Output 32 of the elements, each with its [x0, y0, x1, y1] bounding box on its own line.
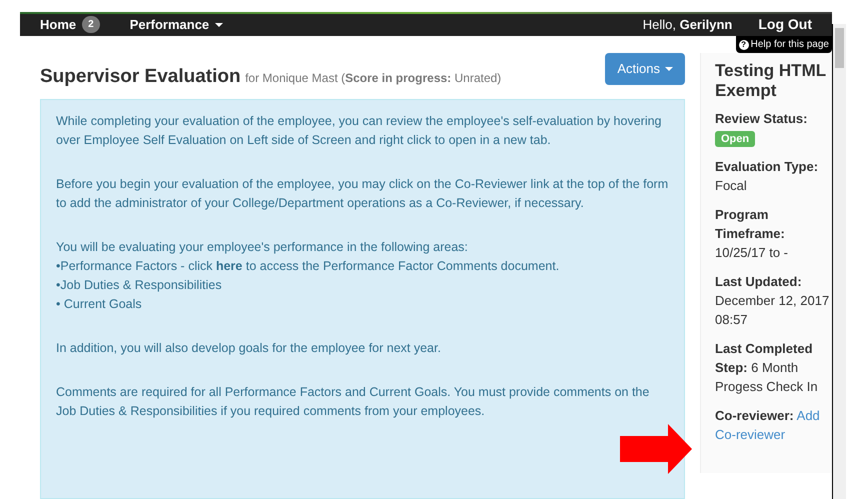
- log-out-link[interactable]: Log Out: [758, 14, 812, 36]
- here-link[interactable]: here: [216, 259, 242, 273]
- greeting-text: Hello, Gerilynn: [642, 16, 732, 34]
- count-badge: 2: [82, 16, 100, 34]
- status-badge: Open: [715, 131, 756, 147]
- field-value: December 12, 2017 08:57: [715, 292, 830, 329]
- info-paragraph: Comments are required for all Performance Factors and Current Goals. You must provide comments on the Job Duties & Responsibilities if you required comments from your employees.: [56, 384, 650, 420]
- help-icon: ?: [738, 40, 749, 50]
- info-paragraph: In addition, you will also develop goals for the employee for next year.: [56, 340, 442, 357]
- co-reviewer-field: Co-reviewer: Add Co-reviewer: [715, 406, 830, 444]
- field-label: Evaluation Type:: [715, 158, 820, 176]
- caret-icon: [665, 67, 673, 71]
- help-link[interactable]: ? Help for this page: [736, 36, 832, 53]
- info-paragraph: While completing your evaluation of the employee, you can review the employee's self-evaluation by hovering over Employee Self Evaluation on Left side of Screen and right click to open in a new tab.: [56, 113, 662, 149]
- nav-link[interactable]: Home 2: [40, 15, 100, 35]
- info-paragraph: Before you begin your evaluation of the employee, you may click on the Co-Reviewer link at the top of the form to add the administrator of your College/Department operations as a Co-Reviewer, if necessary.: [56, 176, 669, 212]
- list-item: • Current Goals: [56, 296, 143, 313]
- caret-icon: [215, 22, 224, 27]
- field-label: Last Updated:: [715, 273, 803, 291]
- field-label: Review Status:: [715, 110, 808, 128]
- list-item: •Performance Factors - click here to access the Performance Factor Comments document.: [56, 258, 560, 275]
- field-label: Program Timeframe:: [715, 206, 786, 243]
- actions-button[interactable]: Actions: [605, 53, 685, 85]
- field-text: Last Completed Step: 6 Month Progess Check In: [715, 340, 819, 396]
- list-item: •Job Duties & Responsibilities: [56, 277, 223, 294]
- page-heading: Supervisor Evaluation for Monique Mast (Score in progress: Unrated): [40, 64, 502, 88]
- field-value: Focal: [715, 177, 748, 195]
- field-value: 10/25/17 to -: [715, 244, 789, 262]
- nav-link[interactable]: Performance: [130, 15, 224, 35]
- sidebar-title: Testing HTML Exempt: [715, 61, 827, 101]
- annotation-arrow: [620, 424, 692, 474]
- info-paragraph: You will be evaluating your employee's performance in the following areas:: [56, 239, 469, 256]
